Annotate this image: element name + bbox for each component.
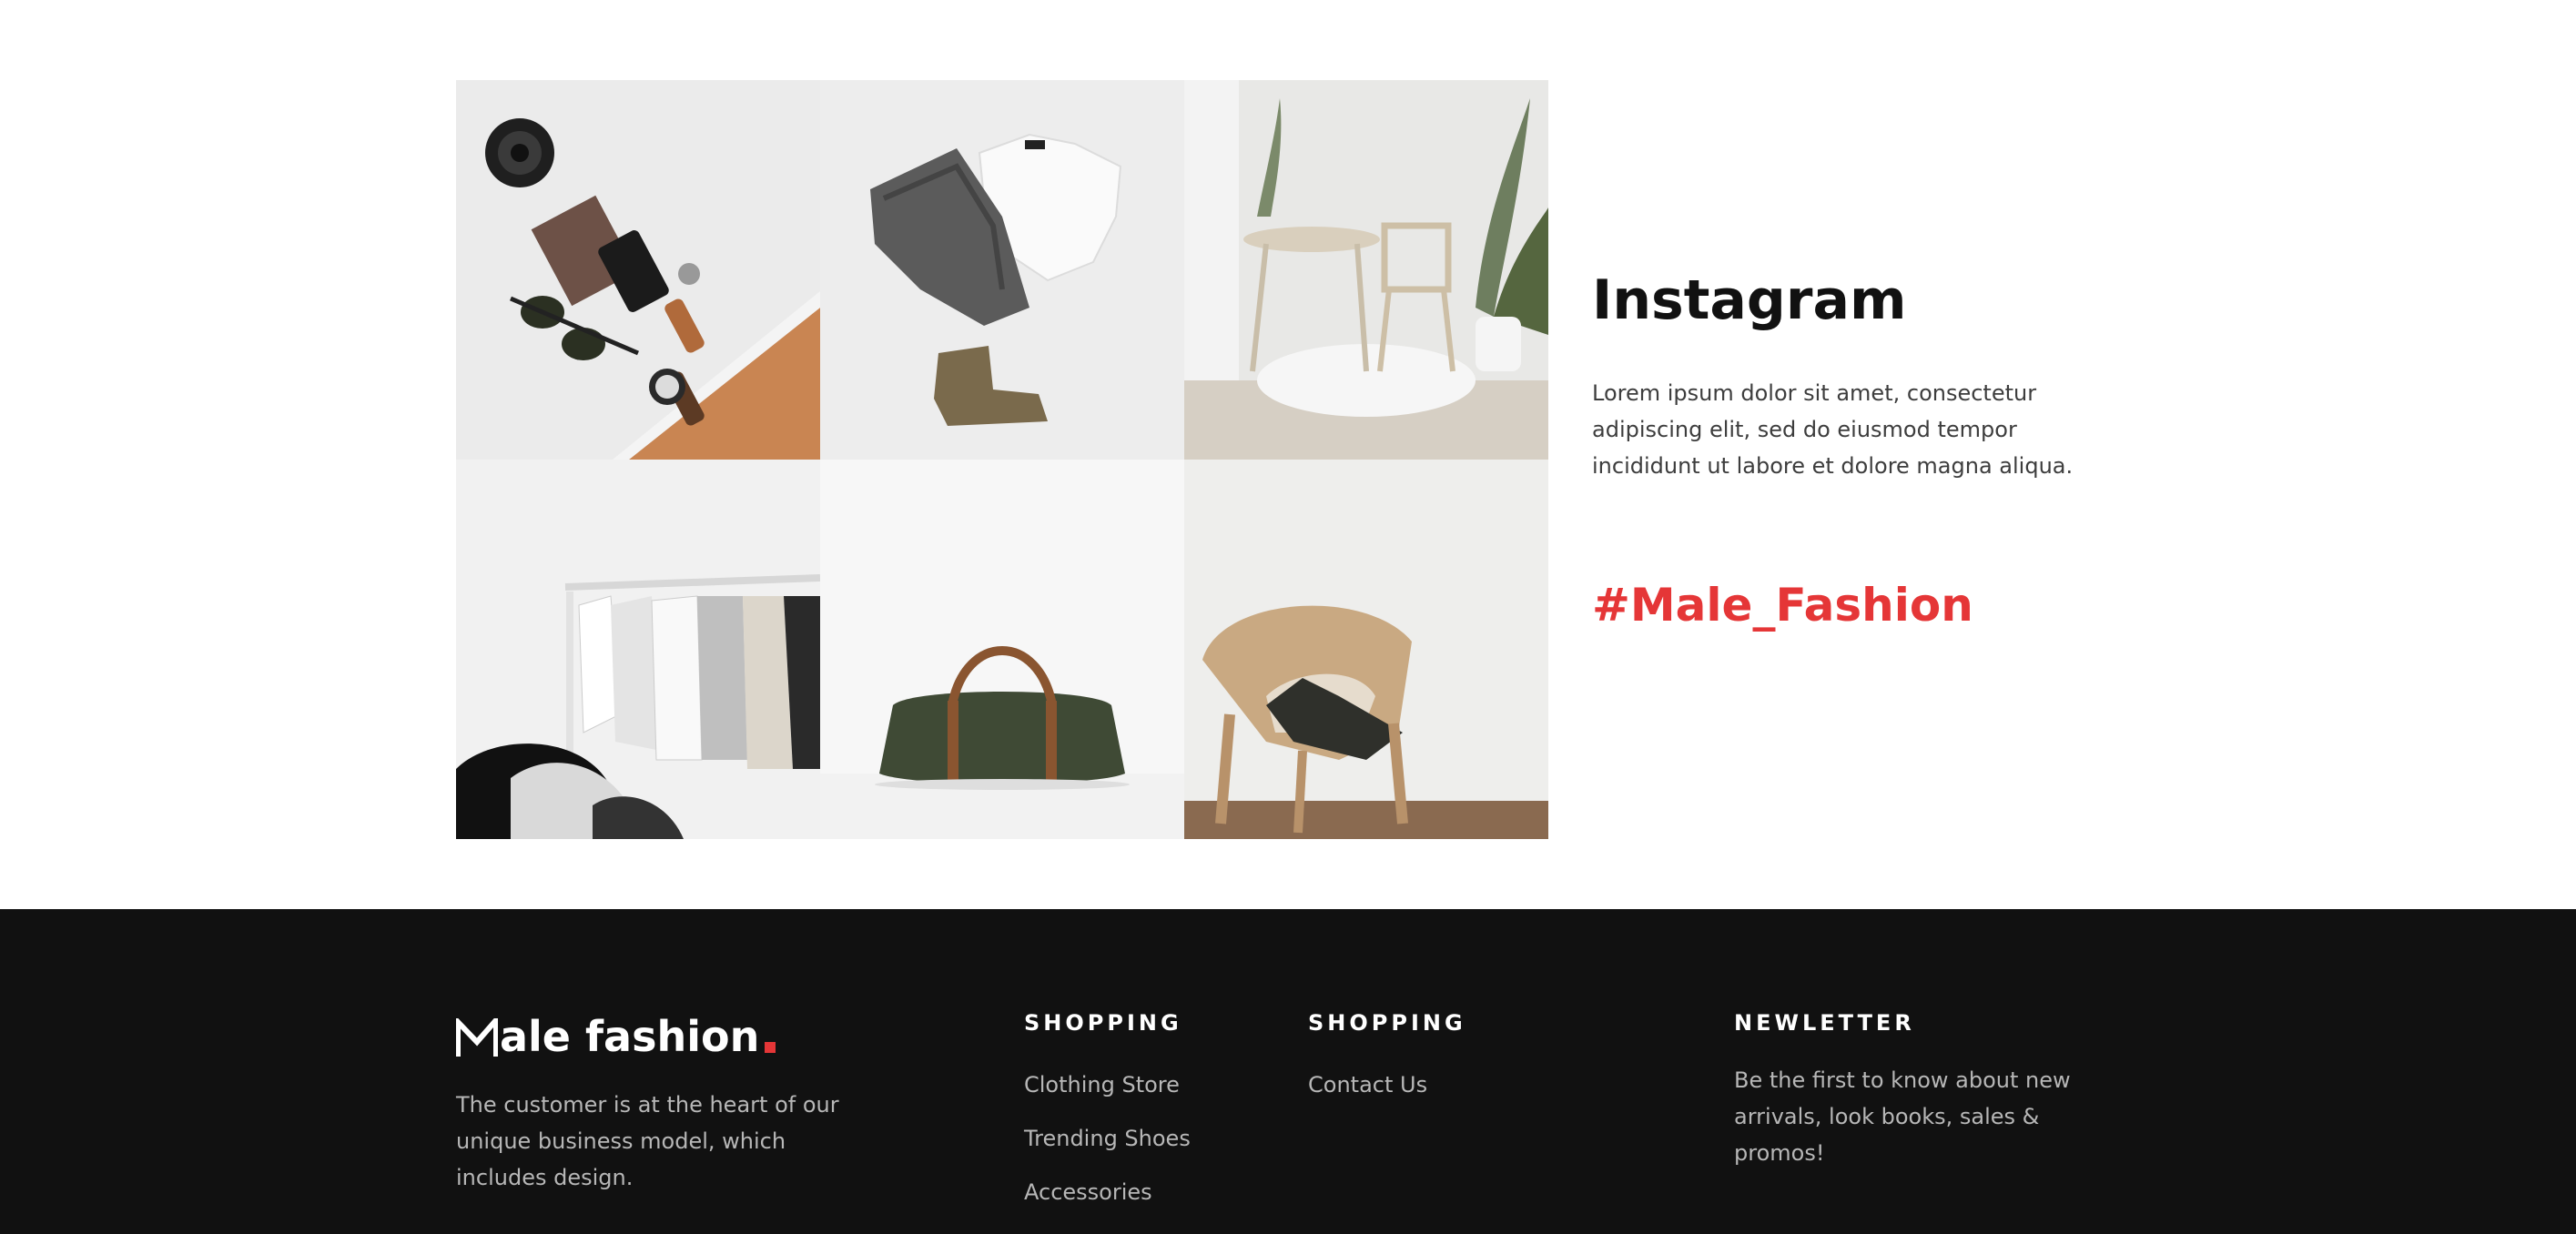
instagram-photo-4[interactable] bbox=[456, 460, 820, 839]
footer-column-newsletter: NEWLETTER Be the first to know about new… bbox=[1734, 1011, 2116, 1171]
footer-logo[interactable]: ale fashion bbox=[456, 1007, 776, 1062]
instagram-description: Lorem ipsum dolor sit amet, consectetur … bbox=[1592, 380, 2074, 479]
footer-link-clothing-store[interactable]: Clothing Store bbox=[1024, 1071, 1191, 1098]
footer-column-title: SHOPPING bbox=[1308, 1010, 1466, 1036]
instagram-photo-5[interactable] bbox=[820, 460, 1184, 839]
instagram-photo-1[interactable] bbox=[456, 80, 820, 460]
site-footer: ale fashion The customer is at the heart… bbox=[0, 909, 2576, 1234]
footer-column-shopping: SHOPPING Clothing Store Trending Shoes A… bbox=[1024, 1011, 1191, 1232]
footer-about-text: The customer is at the heart of our uniq… bbox=[456, 1092, 839, 1190]
instagram-hashtag[interactable]: #Male_Fashion bbox=[1592, 573, 1973, 637]
instagram-title: Instagram bbox=[1592, 268, 1907, 332]
logo-text: ale fashion bbox=[500, 1012, 760, 1061]
logo-dot-icon bbox=[765, 1042, 776, 1053]
instagram-photo-grid bbox=[456, 80, 1548, 839]
footer-link-contact-us[interactable]: Contact Us bbox=[1308, 1071, 1466, 1098]
logo-m-icon bbox=[456, 1018, 498, 1057]
instagram-text-block: Instagram Lorem ipsum dolor sit amet, co… bbox=[1592, 264, 2102, 484]
instagram-photo-3[interactable] bbox=[1184, 80, 1548, 460]
instagram-photo-6[interactable] bbox=[1184, 460, 1548, 839]
newsletter-title: NEWLETTER bbox=[1734, 1010, 1915, 1036]
newsletter-description: Be the first to know about new arrivals,… bbox=[1734, 1067, 2071, 1166]
footer-column-shopping-2: SHOPPING Contact Us bbox=[1308, 1011, 1466, 1125]
instagram-photo-2[interactable] bbox=[820, 80, 1184, 460]
footer-link-accessories[interactable]: Accessories bbox=[1024, 1178, 1191, 1206]
footer-column-title: SHOPPING bbox=[1024, 1010, 1182, 1036]
footer-link-trending-shoes[interactable]: Trending Shoes bbox=[1024, 1125, 1191, 1152]
instagram-section: Instagram Lorem ipsum dolor sit amet, co… bbox=[0, 0, 2576, 909]
